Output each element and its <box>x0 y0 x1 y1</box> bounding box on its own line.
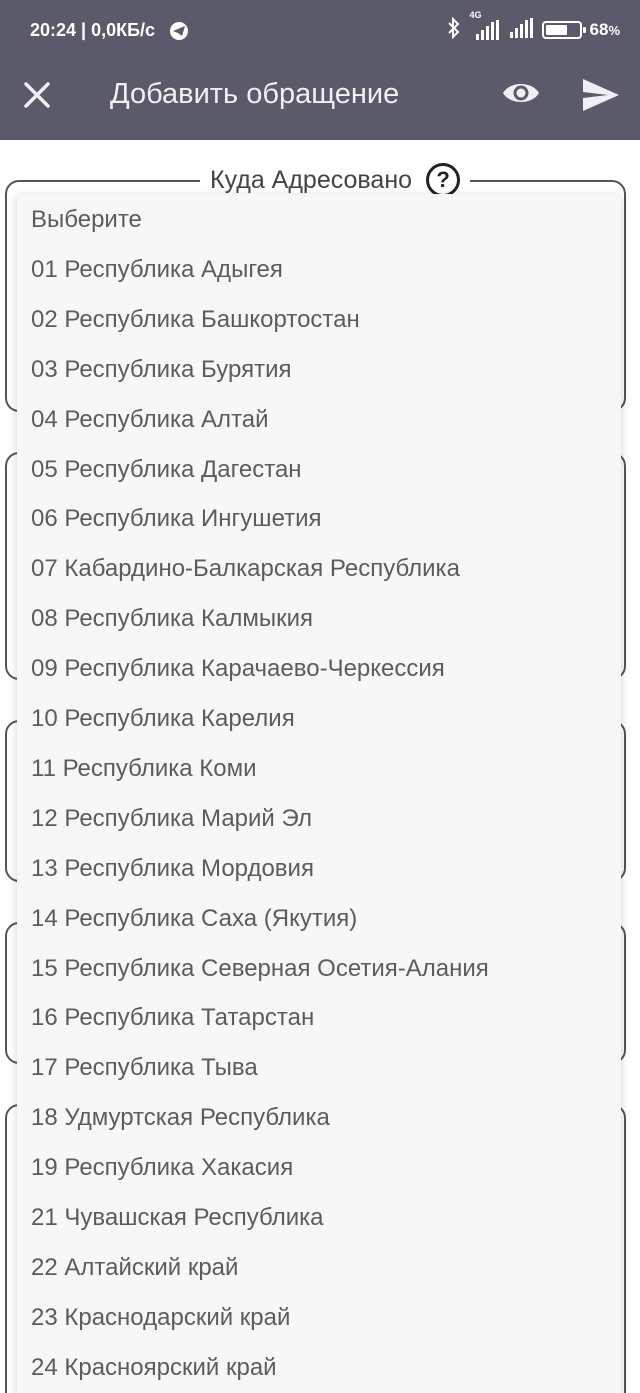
battery-percent-unit: % <box>608 23 620 38</box>
status-net-speed: 0,0КБ/с <box>91 20 156 40</box>
dropdown-option[interactable]: 21 Чувашская Республика <box>31 1194 324 1242</box>
battery-percent: 68% <box>590 20 620 40</box>
dropdown-option-placeholder[interactable]: Выберите <box>31 196 142 244</box>
dropdown-option[interactable]: 22 Алтайский край <box>31 1244 238 1292</box>
network-type-label: 4G <box>469 10 482 20</box>
status-time: 20:24 <box>30 20 77 40</box>
dropdown-option[interactable]: 19 Республика Хакасия <box>31 1144 293 1192</box>
dropdown-option[interactable]: 13 Республика Мордовия <box>31 845 314 893</box>
dropdown-option[interactable]: 11 Республика Коми <box>31 745 257 793</box>
dropdown-option[interactable]: 07 Кабардино-Балкарская Республика <box>31 545 460 593</box>
address-legend-label: Куда Адресовано <box>210 165 413 194</box>
help-icon[interactable]: ? <box>426 163 461 197</box>
page-title: Добавить обращение <box>110 78 400 110</box>
telegram-icon <box>170 22 188 40</box>
dropdown-option[interactable]: 17 Республика Тыва <box>31 1044 258 1092</box>
dropdown-option[interactable]: 04 Республика Алтай <box>31 396 269 444</box>
dropdown-option[interactable]: 05 Республика Дагестан <box>31 446 302 494</box>
status-time-and-speed: 20:24 | 0,0КБ/с <box>30 20 156 40</box>
signal-icon <box>508 17 534 43</box>
app-bar: Добавить обращение <box>0 48 640 140</box>
dropdown-option[interactable]: 10 Республика Карелия <box>31 695 295 743</box>
dropdown-option[interactable]: 09 Республика Карачаево-Черкессия <box>31 645 445 693</box>
close-icon[interactable] <box>22 80 52 110</box>
bluetooth-icon <box>446 16 462 44</box>
dropdown-option[interactable]: 01 Республика Адыгея <box>31 246 283 294</box>
dropdown-option[interactable]: 16 Республика Татарстан <box>31 994 314 1042</box>
status-bar: 20:24 | 0,0КБ/с 4G 68% <box>0 0 640 48</box>
dropdown-option[interactable]: 18 Удмуртская Республика <box>31 1094 330 1142</box>
eye-icon[interactable] <box>502 78 540 108</box>
battery-percent-value: 68 <box>589 20 609 39</box>
app-screen: 20:24 | 0,0КБ/с 4G 68% Добавить обращени… <box>0 0 640 1393</box>
dropdown-option[interactable]: 03 Республика Бурятия <box>31 346 291 394</box>
status-right-group: 4G 68% <box>446 0 620 48</box>
region-dropdown-list: Выберите 01 Республика Адыгея 02 Республик… <box>17 194 621 1393</box>
help-icon-glyph: ? <box>436 167 450 192</box>
dropdown-option[interactable]: 15 Республика Северная Осетия-Алания <box>31 945 489 993</box>
dropdown-option[interactable]: 06 Республика Ингушетия <box>31 495 322 543</box>
dropdown-option[interactable]: 14 Республика Саха (Якутия) <box>31 895 357 943</box>
dropdown-option[interactable]: 24 Красноярский край <box>31 1344 277 1392</box>
dropdown-option[interactable]: 02 Республика Башкортостан <box>31 296 360 344</box>
send-icon[interactable] <box>582 78 620 112</box>
battery-fill <box>545 25 568 35</box>
dropdown-option[interactable]: 12 Республика Марий Эл <box>31 795 312 843</box>
signal-4g-icon: 4G <box>470 10 500 40</box>
dropdown-option[interactable]: 23 Краснодарский край <box>31 1294 290 1342</box>
battery-icon <box>541 21 586 39</box>
dropdown-option[interactable]: 08 Республика Калмыкия <box>31 595 313 643</box>
